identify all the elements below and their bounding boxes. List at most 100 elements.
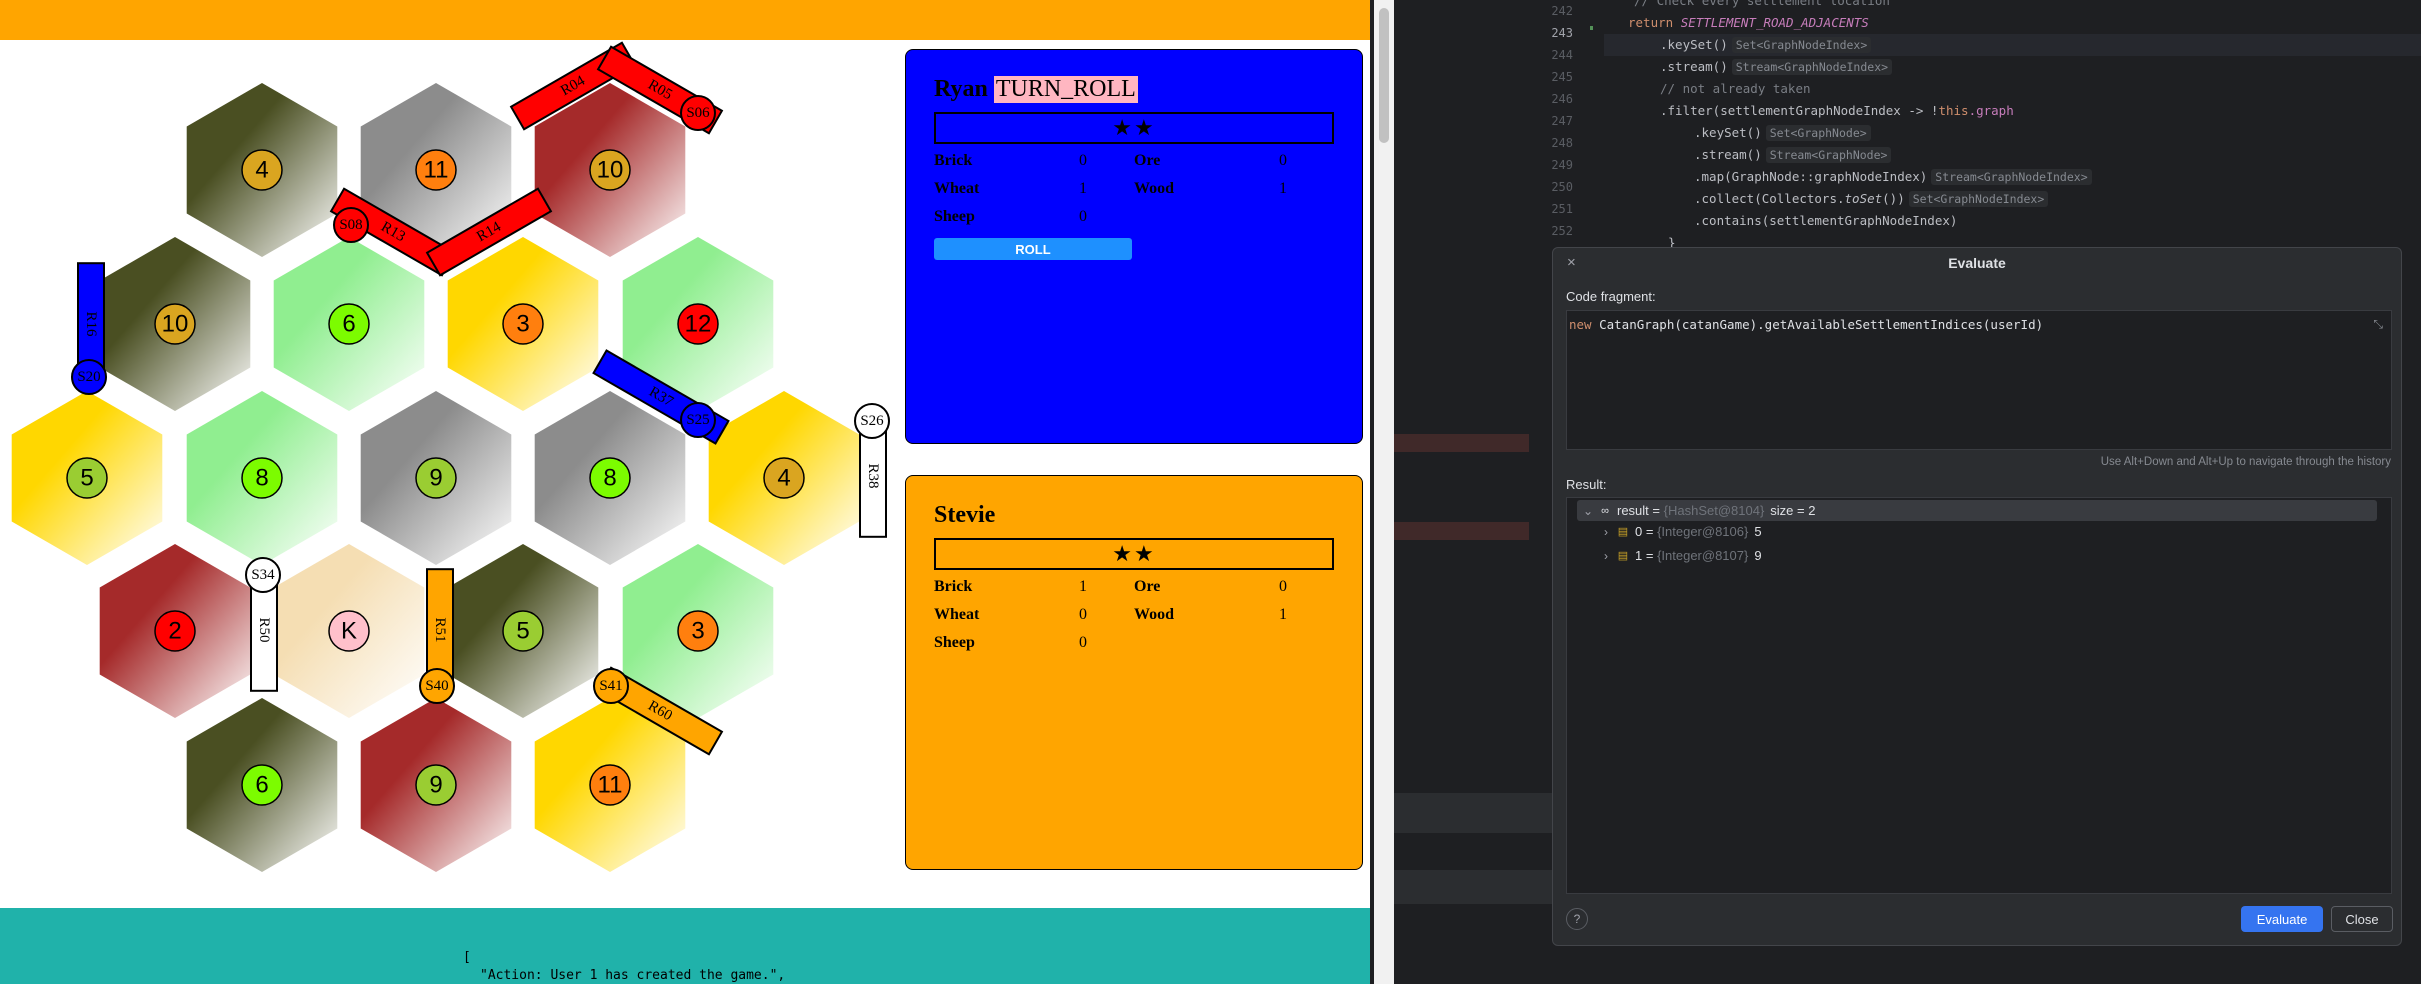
hex-tile[interactable]: 9 xyxy=(360,698,512,872)
number-token-label: 11 xyxy=(598,772,623,799)
number-token-label: 2 xyxy=(168,618,181,645)
code-comment: // not already taken xyxy=(1660,81,1811,96)
road-label: R51 xyxy=(432,617,448,642)
line-number: 252 xyxy=(1551,224,1573,238)
player-name-row: Stevie xyxy=(934,498,1334,532)
brick-label: Brick xyxy=(934,578,973,595)
number-token-label: 9 xyxy=(429,772,442,799)
watch-result-icon: ∞ xyxy=(1601,504,1609,517)
settlement-label: S40 xyxy=(425,678,448,694)
result-row[interactable]: › ▤ 0 = {Integer@8106} 5 xyxy=(1597,521,1762,542)
var-eq: = xyxy=(1648,503,1664,518)
object-ref: {Integer@8107} xyxy=(1657,548,1749,563)
top-bar xyxy=(0,0,1370,40)
type-hint: Stream<GraphNodeIndex> xyxy=(1931,169,2092,185)
line-number: 245 xyxy=(1551,70,1573,84)
settlement-piece[interactable]: S26 xyxy=(854,403,890,439)
brick-label: Brick xyxy=(934,152,973,169)
wheat-count: 0 xyxy=(1079,606,1087,623)
road-label: R16 xyxy=(83,311,99,337)
browser-scroll-thumb[interactable] xyxy=(1379,8,1389,143)
game-pane: 4 11 10 10 6 3 12 5 8 9 8 4 2 K 5 3 6 9 11 R04 R05 R13 R14 R16… xyxy=(0,0,1370,984)
var-name: 1 xyxy=(1635,548,1643,563)
hex-tile[interactable]: 3 xyxy=(447,237,599,411)
ore-count: 0 xyxy=(1279,578,1287,595)
hex-tile[interactable]: 8 xyxy=(534,391,686,565)
expand-icon[interactable]: ⤡ xyxy=(2373,317,2383,332)
code-area[interactable]: // Check every settlement location retur… xyxy=(1604,0,2421,254)
hex-tile[interactable]: 6 xyxy=(186,698,338,872)
board-canvas: 4 11 1010 6 3 125 8 9 8 42 K 5 36 9 11 R04 R05R13 R14R16… xyxy=(11,41,890,872)
number-token-label: K xyxy=(341,618,357,645)
wood-label: Wood xyxy=(1134,606,1175,623)
chevron-right-icon[interactable]: › xyxy=(1597,525,1615,539)
keyword-this: this xyxy=(1938,103,1969,118)
close-button[interactable]: Close xyxy=(2331,906,2393,932)
evaluate-button[interactable]: Evaluate xyxy=(2241,906,2323,932)
var-eq: = xyxy=(1642,548,1658,563)
constant-ref: SETTLEMENT_ROAD_ADJACENTS xyxy=(1680,15,1869,30)
settlement-label: S41 xyxy=(599,678,622,694)
hex-tile[interactable]: 5 xyxy=(11,391,163,565)
code-call: .stream() xyxy=(1660,59,1728,74)
road-label: R38 xyxy=(865,463,881,488)
code-fragment-editor[interactable]: new CatanGraph(catanGame).getAvailableSe… xyxy=(1566,310,2392,450)
hex-tile[interactable]: 4 xyxy=(708,391,860,565)
hex-tile[interactable]: K xyxy=(273,544,425,718)
breakpoint-line-highlight xyxy=(1394,522,1529,540)
settlement-label: S08 xyxy=(339,217,362,233)
settlement-piece[interactable]: S41 xyxy=(593,668,629,704)
settlement-piece[interactable]: S08 xyxy=(333,207,369,243)
victory-points-stars: ★★ xyxy=(934,112,1334,144)
hex-tile[interactable]: 2 xyxy=(99,544,251,718)
var-value: 9 xyxy=(1754,548,1762,563)
evaluate-dialog: Evaluate × Code fragment: new CatanGraph… xyxy=(1552,247,2402,946)
number-token-label: 12 xyxy=(685,311,712,338)
result-row[interactable]: ⌄ ∞ result = {HashSet@8104} size = 2 xyxy=(1577,500,2377,521)
field-ref: .graph xyxy=(1968,103,2014,118)
settlement-piece[interactable]: S06 xyxy=(680,95,716,131)
settlement-label: S20 xyxy=(77,369,100,385)
close-icon[interactable]: × xyxy=(1567,254,1576,271)
number-token-label: 5 xyxy=(80,465,93,492)
line-number: 251 xyxy=(1551,202,1573,216)
code-call: toSet xyxy=(1844,191,1883,206)
settlement-piece[interactable]: S25 xyxy=(680,402,716,438)
brick-count: 1 xyxy=(1079,578,1087,595)
help-button[interactable]: ? xyxy=(1566,908,1588,930)
line-number: 247 xyxy=(1551,114,1573,128)
ore-label: Ore xyxy=(1134,152,1161,169)
player-panel-stevie: Stevie ★★ Brick 1 Ore 0 Wheat 0 Wood 1 S… xyxy=(905,475,1363,870)
line-number: 250 xyxy=(1551,180,1573,194)
result-row[interactable]: › ▤ 1 = {Integer@8107} 9 xyxy=(1597,545,1762,566)
breakpoint-line-highlight xyxy=(1394,434,1529,452)
wood-count: 1 xyxy=(1279,606,1287,623)
type-hint: Set<GraphNodeIndex> xyxy=(1908,191,2049,207)
hex-tile[interactable]: 10 xyxy=(99,237,251,411)
dialog-title: Evaluate xyxy=(1948,255,2006,271)
settlement-label: S25 xyxy=(686,412,709,428)
hex-tile[interactable]: 8 xyxy=(186,391,338,565)
settlement-label: S34 xyxy=(251,567,275,583)
settlement-piece[interactable]: S34 xyxy=(245,557,281,593)
var-value: 5 xyxy=(1754,524,1762,539)
object-ref: {Integer@8106} xyxy=(1657,524,1749,539)
number-token-label: 3 xyxy=(691,618,704,645)
result-tree: ⌄ ∞ result = {HashSet@8104} size = 2 › ▤… xyxy=(1566,497,2392,894)
hex-tile[interactable]: 6 xyxy=(273,237,425,411)
object-ref: {HashSet@8104} xyxy=(1663,503,1765,518)
settlement-piece[interactable]: S20 xyxy=(71,359,107,395)
roll-button[interactable]: ROLL xyxy=(934,238,1132,260)
brick-count: 0 xyxy=(1079,152,1087,169)
hex-tile[interactable]: 4 xyxy=(186,83,338,257)
browser-scrollbar[interactable] xyxy=(1374,0,1394,984)
chevron-down-icon[interactable]: ⌄ xyxy=(1579,504,1597,518)
chevron-right-icon[interactable]: › xyxy=(1597,549,1615,563)
type-hint: Set<GraphNode> xyxy=(1765,125,1871,141)
code-call: .keySet() xyxy=(1660,37,1728,52)
code-comment: // Check every settlement location xyxy=(1634,0,1890,8)
var-eq: = xyxy=(1642,524,1658,539)
settlement-piece[interactable]: S40 xyxy=(419,668,455,704)
hex-tile[interactable]: 9 xyxy=(360,391,512,565)
hex-tile[interactable]: 5 xyxy=(447,544,599,718)
